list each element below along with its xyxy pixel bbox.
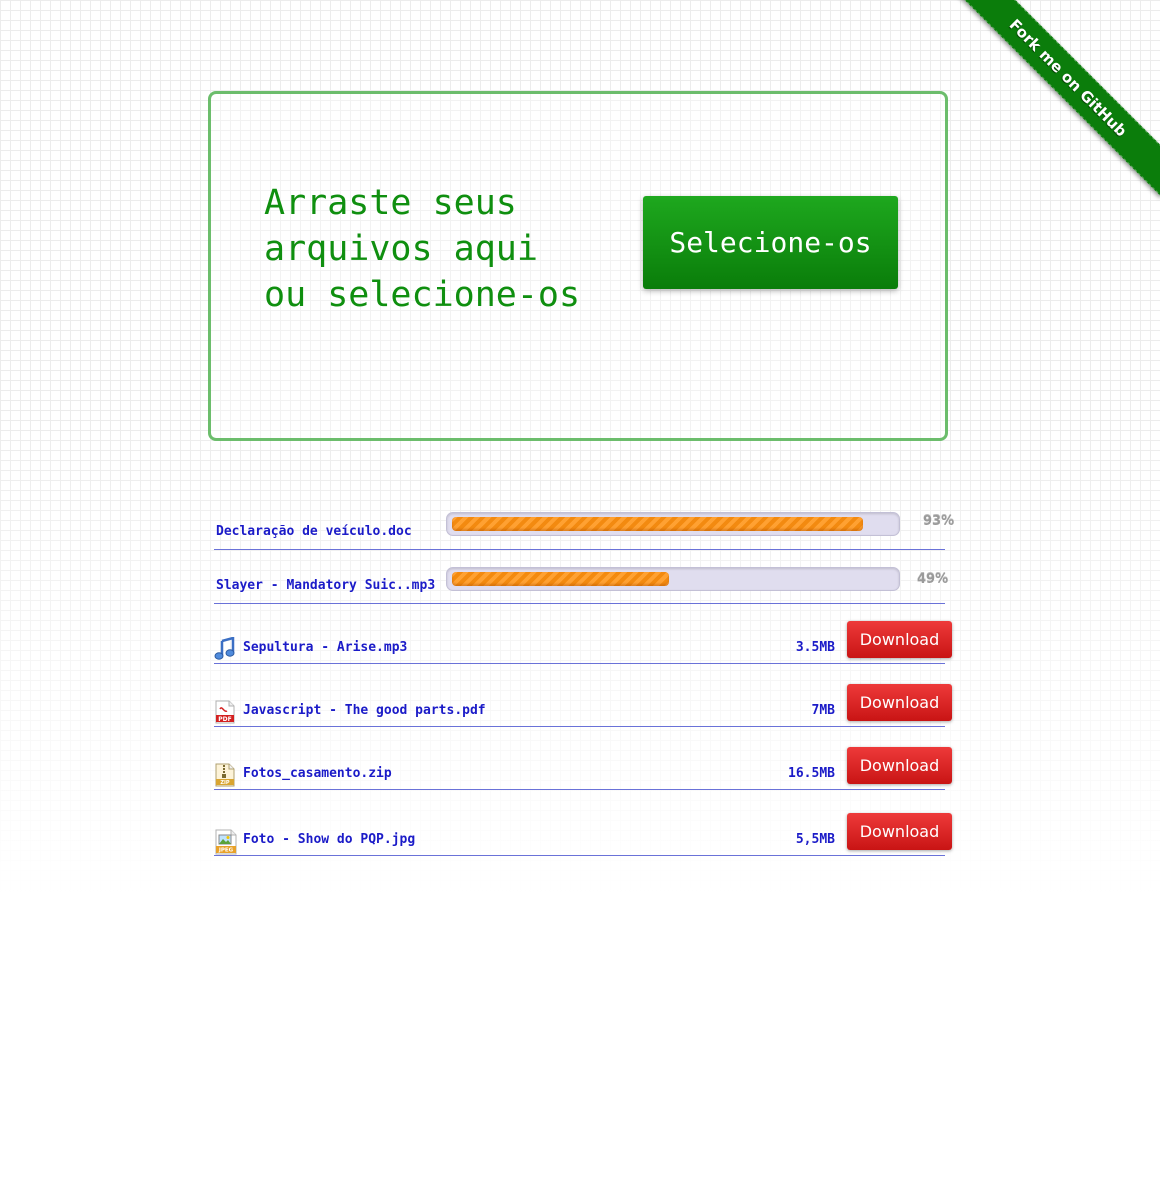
file-size: 7MB: [811, 703, 835, 718]
download-button[interactable]: Download: [847, 813, 952, 850]
select-files-button[interactable]: Selecione-os: [643, 196, 898, 289]
file-size: 3.5MB: [795, 640, 835, 655]
upload-percent: 93%: [923, 514, 955, 529]
upload-file-name: Declaração de veículo.doc: [216, 524, 412, 539]
file-size: 16.5MB: [788, 766, 835, 781]
file-name[interactable]: Javascript - The good parts.pdf: [243, 703, 486, 718]
file-size: 5,5MB: [795, 832, 835, 847]
fork-me-on-github-ribbon[interactable]: Fork me on GitHub: [949, 0, 1160, 197]
file-row: ZIP Fotos_casamento.zip 16.5MB Download: [214, 747, 952, 790]
zip-file-icon: ZIP: [214, 763, 236, 787]
upload-row: Declaração de veículo.doc 93%: [214, 505, 954, 550]
upload-file-name: Slayer - Mandatory Suic..mp3: [216, 578, 436, 593]
svg-text:PDF: PDF: [218, 716, 231, 723]
file-row: JPEG Foto - Show do PQP.jpg 5,5MB Downlo…: [214, 813, 952, 856]
upload-row: Slayer - Mandatory Suic..mp3 49%: [214, 559, 949, 604]
file-name[interactable]: Foto - Show do PQP.jpg: [243, 832, 415, 847]
music-note-icon: [214, 636, 236, 661]
file-name[interactable]: Fotos_casamento.zip: [243, 766, 392, 781]
download-button[interactable]: Download: [847, 684, 952, 721]
upload-percent: 49%: [917, 572, 949, 587]
download-button[interactable]: Download: [847, 747, 952, 784]
file-name[interactable]: Sepultura - Arise.mp3: [243, 640, 407, 655]
file-row: Sepultura - Arise.mp3 3.5MB Download: [214, 621, 952, 664]
upload-progress-bar: [446, 567, 900, 591]
file-row: PDF Javascript - The good parts.pdf 7MB …: [214, 684, 952, 727]
upload-progress-fill: [452, 517, 863, 531]
upload-progress-fill: [452, 572, 669, 586]
download-button[interactable]: Download: [847, 621, 952, 658]
drop-zone-instructions: Arraste seus arquivos aqui ou selecione-…: [264, 183, 581, 315]
file-drop-zone[interactable]: Arraste seus arquivos aqui ou selecione-…: [208, 91, 948, 441]
upload-progress-bar: [446, 512, 900, 536]
github-ribbon-container: Fork me on GitHub: [940, 0, 1160, 220]
pdf-file-icon: PDF: [214, 700, 236, 724]
jpeg-file-icon: JPEG: [214, 829, 237, 855]
svg-text:ZIP: ZIP: [220, 780, 229, 786]
svg-text:JPEG: JPEG: [218, 848, 234, 854]
